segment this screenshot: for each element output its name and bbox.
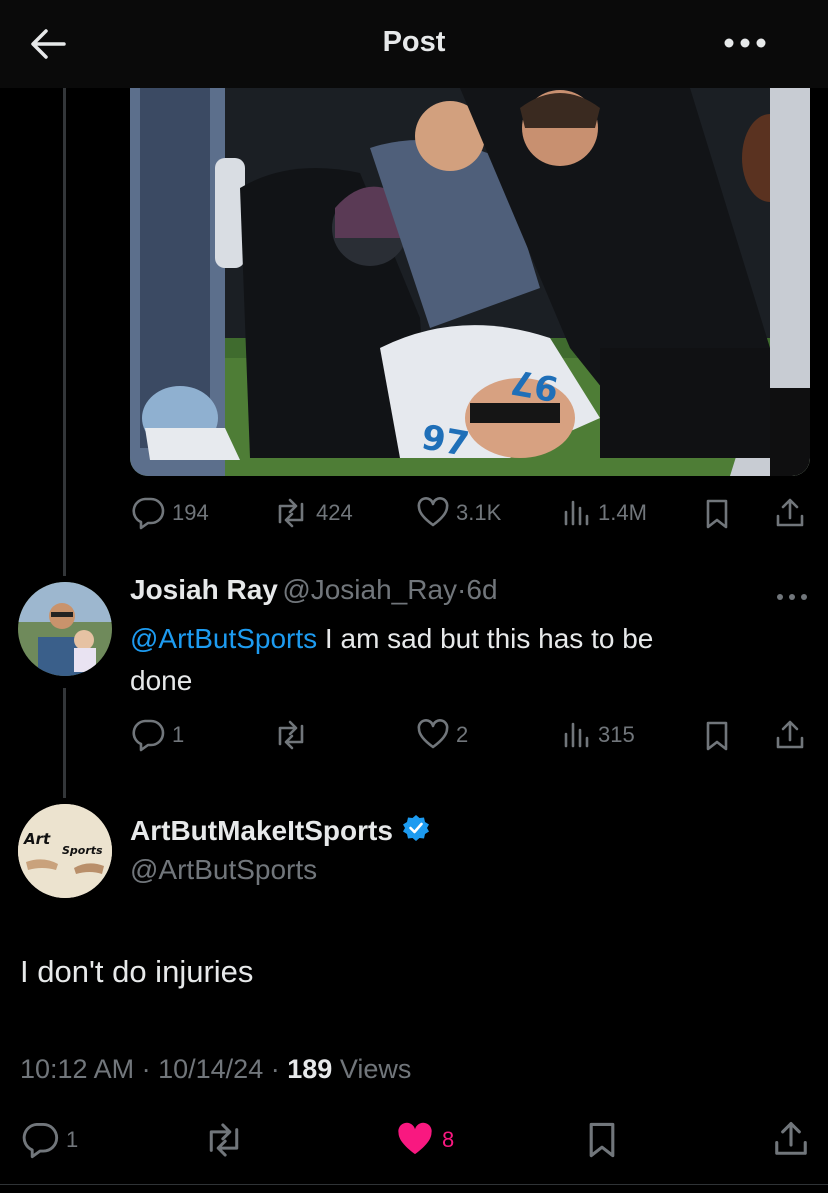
views-count: 189 (287, 1054, 333, 1084)
share-icon[interactable] (772, 1118, 810, 1165)
svg-text:Art: Art (23, 830, 51, 848)
reply-icon (130, 718, 166, 752)
like-count: 3.1K (456, 500, 502, 525)
reply-action[interactable]: 1 (130, 718, 184, 752)
post-image[interactable]: 97 97 (130, 88, 810, 476)
reply-text-line1: I am sad but this has to be (317, 623, 654, 654)
repost-count: 424 (316, 500, 353, 525)
like-action[interactable]: 8 (394, 1120, 454, 1160)
author-display-name[interactable]: ArtButMakeItSports (130, 815, 393, 847)
reply-count: 1 (66, 1127, 79, 1152)
reply-header: Josiah Ray @Josiah_Ray·6d (130, 574, 498, 606)
separator: · (457, 574, 467, 605)
views-action[interactable]: 315 (562, 718, 635, 752)
thread-line (63, 688, 66, 798)
like-count: 2 (456, 722, 469, 747)
reply-display-name[interactable]: Josiah Ray (130, 574, 278, 605)
repost-action[interactable] (272, 718, 310, 752)
like-count: 8 (442, 1127, 455, 1152)
reply-count: 1 (172, 722, 185, 747)
avatar[interactable] (18, 582, 112, 676)
avatar[interactable]: Art Sports (18, 804, 112, 898)
views-count: 1.4M (598, 500, 647, 525)
share-icon[interactable] (774, 718, 806, 757)
like-action[interactable]: 3.1K (416, 496, 501, 530)
reply-action[interactable]: 1 (20, 1120, 78, 1160)
bookmark-icon[interactable] (702, 498, 732, 535)
reply-text: @ArtButSports I am sad but this has to b… (130, 618, 790, 702)
repost-action[interactable] (202, 1120, 246, 1160)
like-action[interactable]: 2 (416, 718, 468, 752)
thread-line (63, 88, 66, 576)
reply-handle[interactable]: @Josiah_Ray (282, 574, 457, 605)
heart-filled-icon (394, 1120, 436, 1160)
share-icon[interactable] (774, 496, 806, 535)
heart-icon (416, 718, 450, 752)
separator: · (270, 1054, 280, 1084)
repost-action[interactable]: 424 (272, 496, 353, 530)
post-meta: 10:12 AM · 10/14/24 · 189 Views (20, 1054, 411, 1085)
reply-more-icon[interactable] (776, 590, 808, 608)
reply-icon (20, 1120, 60, 1160)
reply-count: 194 (172, 500, 209, 525)
reply-time[interactable]: 6d (466, 574, 497, 605)
page-title: Post (382, 26, 446, 58)
separator: · (141, 1054, 151, 1084)
mention-link[interactable]: @ArtButSports (130, 623, 317, 654)
post-date[interactable]: 10/14/24 (158, 1054, 263, 1084)
post-time[interactable]: 10:12 AM (20, 1054, 134, 1084)
repost-icon (272, 496, 310, 530)
reply-action[interactable]: 194 (130, 496, 209, 530)
svg-text:97: 97 (508, 361, 562, 409)
heart-icon (416, 496, 450, 530)
svg-text:97: 97 (418, 417, 472, 465)
more-options-icon[interactable] (722, 30, 768, 56)
svg-text:Sports: Sports (62, 844, 103, 857)
author-row: ArtButMakeItSports (130, 813, 431, 848)
views-chart-icon (562, 718, 592, 752)
views-chart-icon (562, 496, 592, 530)
views-count: 315 (598, 722, 635, 747)
views-action[interactable]: 1.4M (562, 496, 647, 530)
reply-text-line2: done (130, 665, 193, 696)
post-text: I don't do injuries (20, 954, 254, 989)
views-label: Views (339, 1054, 412, 1084)
bookmark-icon[interactable] (702, 720, 732, 757)
repost-icon (202, 1120, 246, 1160)
repost-icon (272, 718, 310, 752)
reply-icon (130, 496, 166, 530)
divider (0, 1184, 828, 1185)
author-handle[interactable]: @ArtButSports (130, 854, 317, 886)
bookmark-icon[interactable] (584, 1120, 620, 1165)
verified-badge-icon (401, 813, 431, 848)
